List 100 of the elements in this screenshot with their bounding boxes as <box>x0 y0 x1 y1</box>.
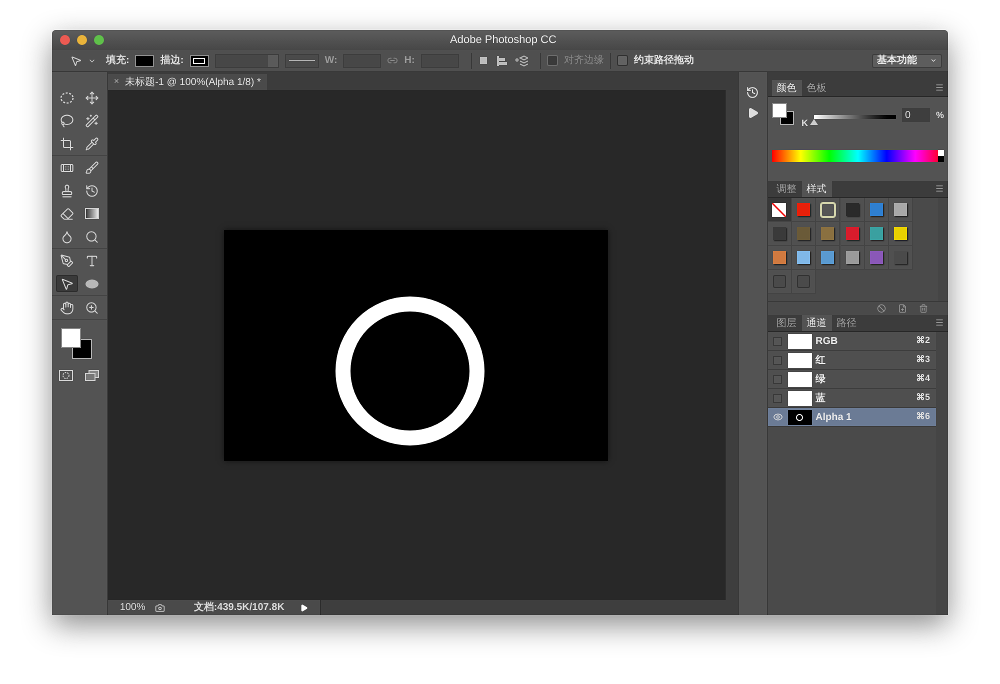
tool-button[interactable] <box>56 275 78 292</box>
style-swatch[interactable] <box>889 198 914 222</box>
panel-tab[interactable]: 通道 <box>802 315 832 331</box>
close-window-button[interactable] <box>60 35 70 45</box>
play-icon[interactable] <box>300 604 308 612</box>
style-swatch[interactable] <box>768 222 792 246</box>
crop-icon <box>60 136 74 150</box>
style-swatch[interactable] <box>889 222 914 246</box>
channel-shortcut: ⌘4 <box>916 372 930 386</box>
visibility-toggle[interactable] <box>773 336 782 346</box>
camera-icon[interactable] <box>154 602 166 612</box>
channel-row[interactable]: RGB ⌘2 <box>768 332 936 351</box>
history-icon[interactable] <box>746 86 760 99</box>
channels-scrollbar[interactable] <box>936 332 948 615</box>
style-swatch[interactable] <box>864 198 889 222</box>
slider-thumb[interactable] <box>810 119 818 125</box>
fill-swatch[interactable] <box>135 54 154 66</box>
style-swatch[interactable] <box>768 198 792 222</box>
panel-menu-icon[interactable] <box>935 83 944 92</box>
style-swatch[interactable] <box>889 246 914 270</box>
channel-shortcut: ⌘6 <box>916 410 930 424</box>
channel-name: 绿 <box>816 372 826 386</box>
stroke-swatch[interactable] <box>190 54 209 66</box>
style-swatch[interactable] <box>864 222 889 246</box>
caret-icon <box>930 57 937 64</box>
channel-row[interactable]: 蓝 ⌘5 <box>768 389 936 408</box>
style-swatch[interactable] <box>816 246 840 270</box>
horizontal-scrollbar[interactable] <box>320 600 738 615</box>
panel-tab[interactable]: 色板 <box>802 80 832 96</box>
panel-tab[interactable]: 路径 <box>832 315 862 331</box>
minimize-window-button[interactable] <box>77 35 87 45</box>
styles-scrollbar[interactable] <box>938 198 948 301</box>
panel-tab[interactable]: 样式 <box>802 181 832 197</box>
panel-tab[interactable]: 颜色 <box>772 80 802 96</box>
clear-style-icon[interactable] <box>877 304 886 313</box>
screen-mode-icon[interactable] <box>85 370 100 381</box>
ellipse-icon <box>85 278 100 288</box>
move-icon <box>85 90 100 104</box>
stroke-width-field[interactable] <box>214 54 279 68</box>
width-label: W: <box>324 54 338 68</box>
panel-tab[interactable]: 图层 <box>772 315 802 331</box>
visibility-toggle[interactable] <box>773 394 782 402</box>
style-swatch[interactable] <box>840 198 864 222</box>
quick-mask-icon[interactable] <box>59 370 74 381</box>
type-icon <box>85 254 100 268</box>
constrain-path-label: 约束路径拖动 <box>634 54 694 68</box>
style-swatch[interactable] <box>792 222 816 246</box>
channel-row[interactable]: 红 ⌘3 <box>768 351 936 370</box>
stamp-icon <box>60 184 74 198</box>
panel-menu-icon[interactable] <box>935 318 944 327</box>
panel-tab[interactable]: 调整 <box>772 181 802 197</box>
align-edges-label: 对齐边缘 <box>564 54 604 68</box>
panel-menu-icon[interactable] <box>935 184 944 193</box>
channel-shortcut: ⌘5 <box>916 391 930 404</box>
channel-row[interactable]: Alpha 1 ⌘6 <box>768 408 936 427</box>
visibility-eye-icon[interactable] <box>772 412 782 422</box>
trash-icon[interactable] <box>919 304 928 313</box>
value-field[interactable]: 0 <box>902 108 930 122</box>
style-swatch[interactable] <box>792 246 816 270</box>
path-operations-icon[interactable] <box>478 54 490 66</box>
new-style-icon[interactable] <box>898 304 908 313</box>
history-brush-icon <box>85 184 100 198</box>
style-swatch[interactable] <box>816 222 840 246</box>
color-spectrum-bar[interactable] <box>772 150 944 162</box>
height-label: H: <box>404 54 415 68</box>
channel-name: Alpha 1 <box>816 410 853 424</box>
channel-row[interactable]: 绿 ⌘4 <box>768 370 936 389</box>
zoom-level: 100% <box>120 601 146 615</box>
path-arrangement-icon[interactable] <box>514 54 528 66</box>
stroke-label: 描边: <box>160 54 184 68</box>
arrow-pointer-icon[interactable] <box>70 54 82 66</box>
droplet-icon <box>60 230 74 244</box>
foreground-background-swatches[interactable] <box>772 103 796 127</box>
visibility-toggle[interactable] <box>773 356 782 364</box>
workspace-dropdown[interactable]: 基本功能 <box>872 54 942 68</box>
visibility-toggle[interactable] <box>773 374 782 384</box>
style-swatch[interactable] <box>792 198 816 222</box>
hand-icon <box>60 300 74 314</box>
checkbox[interactable] <box>616 55 628 66</box>
play-icon[interactable] <box>746 107 759 119</box>
document-tab[interactable]: × 未标题-1 @ 100%(Alpha 1/8) * <box>108 74 267 90</box>
style-swatch[interactable] <box>840 222 864 246</box>
channel-shortcut: ⌘3 <box>916 353 930 366</box>
path-alignment-icon[interactable] <box>496 54 508 66</box>
eraser-icon <box>60 206 74 220</box>
style-swatch[interactable] <box>792 270 816 294</box>
style-swatch[interactable] <box>840 246 864 270</box>
style-swatch[interactable] <box>864 246 889 270</box>
style-swatch[interactable] <box>768 246 792 270</box>
unit-label: % <box>936 109 944 122</box>
style-swatch[interactable] <box>816 198 840 222</box>
channel-name: RGB <box>816 334 839 348</box>
zoom-window-button[interactable] <box>94 35 104 45</box>
style-swatch[interactable] <box>768 270 792 294</box>
stroke-type-dropdown[interactable] <box>284 54 319 68</box>
zoom-icon <box>85 300 100 314</box>
brush-icon <box>85 160 100 174</box>
close-tab-button[interactable]: × <box>114 75 120 89</box>
channel-name: 红 <box>816 354 826 368</box>
eyedropper-icon <box>85 136 100 150</box>
